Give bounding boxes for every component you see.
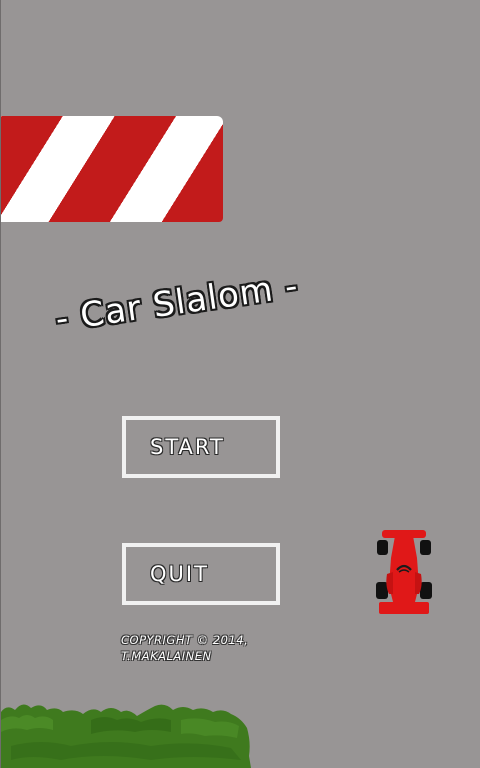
game-title: - Car Slalom - [53,265,301,340]
copyright-text: COPYRIGHT © 2014, T.MAKALAINEN [121,632,248,664]
start-button[interactable]: START [122,416,280,478]
quit-button[interactable]: QUIT [122,543,280,605]
copyright-line-1: COPYRIGHT © 2014, [121,633,249,647]
striped-barrier-icon [1,116,223,222]
copyright-line-2: T.MAKALAINEN [121,649,212,663]
game-screen: - Car Slalom - START QUIT COPYRIGHT © 20… [0,0,480,768]
race-car-icon [376,530,432,614]
grass-patch-icon [1,704,251,768]
